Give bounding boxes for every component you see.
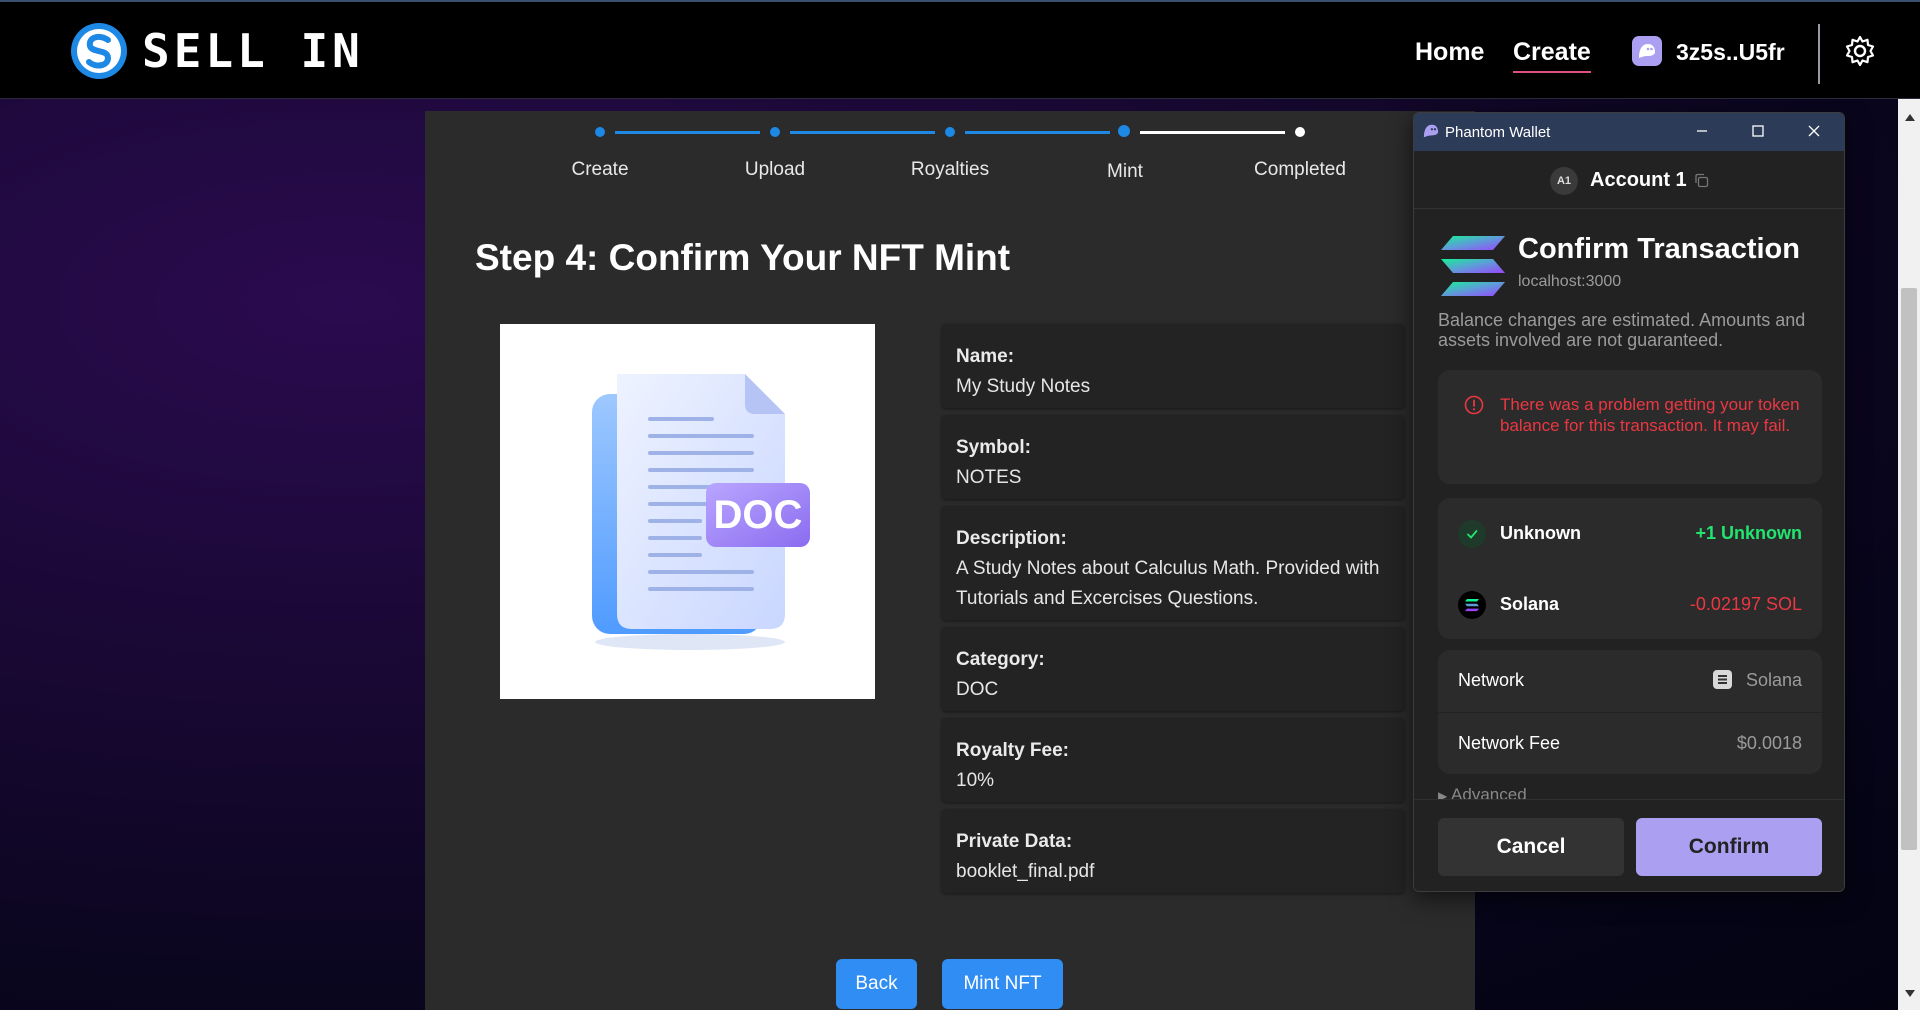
nft-details-list: Name: My Study Notes Symbol: NOTES Descr… bbox=[942, 324, 1404, 900]
detail-name: Name: My Study Notes bbox=[942, 324, 1404, 408]
detail-value: NOTES bbox=[956, 467, 1022, 488]
scrollbar-thumb[interactable] bbox=[1901, 288, 1917, 850]
asset-name: Solana bbox=[1500, 594, 1560, 614]
maximize-icon[interactable] bbox=[1750, 123, 1766, 139]
network-info: Network Solana Network Fee $0.0018 bbox=[1438, 650, 1822, 774]
scroll-down-arrow-icon[interactable] bbox=[1905, 990, 1915, 997]
balance-warning: There was a problem getting your token b… bbox=[1438, 370, 1822, 484]
sell-in-logo[interactable] bbox=[70, 22, 128, 80]
detail-label: Private Data: bbox=[956, 831, 1073, 852]
network-fee-value: $0.0018 bbox=[1736, 733, 1802, 753]
popup-footer: Cancel Confirm bbox=[1414, 799, 1844, 891]
network-value: Solana bbox=[1745, 670, 1802, 690]
detail-royalty-fee: Royalty Fee: 10% bbox=[942, 718, 1404, 802]
step-label-upload: Upload bbox=[744, 159, 806, 180]
detail-label: Name: bbox=[956, 346, 1015, 367]
detail-private-data: Private Data: booklet_final.pdf bbox=[942, 809, 1404, 893]
step-label-create: Create bbox=[571, 159, 629, 180]
detail-value: A Study Notes about Calculus Math. Provi… bbox=[956, 558, 1380, 609]
phantom-ghost-icon[interactable] bbox=[1632, 36, 1662, 66]
network-fee-label: Network Fee bbox=[1458, 733, 1561, 753]
network-row: Network Solana bbox=[1438, 650, 1822, 712]
phantom-ghost-icon bbox=[1423, 124, 1439, 138]
top-navbar: SELL IN Home Create 3z5s..U5fr bbox=[0, 0, 1920, 99]
asset-name: Unknown bbox=[1500, 523, 1581, 543]
header-divider bbox=[1818, 24, 1820, 84]
step-dot-royalties bbox=[945, 127, 955, 137]
scroll-up-arrow-icon[interactable] bbox=[1905, 114, 1915, 121]
copy-icon[interactable] bbox=[1694, 173, 1709, 188]
brand-name[interactable]: SELL IN bbox=[142, 28, 364, 74]
close-icon[interactable] bbox=[1806, 123, 1822, 139]
detail-value: booklet_final.pdf bbox=[956, 861, 1095, 882]
step-dot-upload bbox=[770, 127, 780, 137]
detail-symbol: Symbol: NOTES bbox=[942, 415, 1404, 499]
solana-logo-icon bbox=[1441, 236, 1505, 296]
mint-confirm-card: Create Upload Royalties Mint Completed S… bbox=[425, 111, 1475, 1010]
asset-amount: -0.02197 SOL bbox=[1689, 594, 1802, 614]
check-icon bbox=[1458, 520, 1486, 548]
warning-text: There was a problem getting your token b… bbox=[1500, 395, 1800, 435]
account-name[interactable]: Account 1 bbox=[1590, 169, 1687, 192]
request-origin: localhost:3000 bbox=[1518, 273, 1622, 290]
balance-change-row: Unknown +1 Unknown bbox=[1438, 498, 1822, 568]
detail-label: Category: bbox=[956, 649, 1045, 670]
alert-circle-icon bbox=[1464, 395, 1484, 415]
network-label: Network bbox=[1458, 670, 1525, 690]
balance-change-row: Solana -0.02197 SOL bbox=[1438, 569, 1822, 639]
detail-value: DOC bbox=[956, 679, 999, 700]
confirm-button[interactable]: Confirm bbox=[1636, 818, 1822, 876]
cancel-button[interactable]: Cancel bbox=[1438, 818, 1624, 876]
step-label-royalties: Royalties bbox=[910, 159, 990, 180]
detail-category: Category: DOC bbox=[942, 627, 1404, 711]
popup-titlebar[interactable]: Phantom Wallet bbox=[1414, 113, 1844, 151]
detail-label: Description: bbox=[956, 528, 1067, 549]
step-connector bbox=[790, 131, 935, 134]
mint-nft-button[interactable]: Mint NFT bbox=[942, 959, 1063, 1009]
wallet-address[interactable]: 3z5s..U5fr bbox=[1676, 39, 1785, 66]
account-selector[interactable]: A1 Account 1 bbox=[1414, 151, 1844, 209]
solana-token-icon bbox=[1458, 591, 1486, 619]
popup-title: Phantom Wallet bbox=[1445, 124, 1551, 141]
minimize-icon[interactable] bbox=[1694, 123, 1710, 139]
solana-network-icon bbox=[1713, 670, 1732, 689]
step-label-mint: Mint bbox=[1107, 161, 1143, 182]
progress-stepper: Create Upload Royalties Mint Completed bbox=[425, 111, 1475, 191]
asset-amount: +1 Unknown bbox=[1695, 523, 1802, 543]
step-dot-mint bbox=[1118, 125, 1130, 137]
step-dot-create bbox=[595, 127, 605, 137]
gear-icon[interactable] bbox=[1844, 35, 1876, 67]
nav-create-link[interactable]: Create bbox=[1513, 38, 1591, 73]
step-label-completed: Completed bbox=[1254, 159, 1346, 180]
step-connector bbox=[965, 131, 1110, 134]
detail-value: 10% bbox=[956, 770, 995, 791]
step-connector bbox=[615, 131, 760, 134]
account-avatar: A1 bbox=[1550, 167, 1578, 195]
step-dot-completed bbox=[1295, 127, 1305, 137]
detail-description: Description: A Study Notes about Calculu… bbox=[942, 506, 1404, 620]
confirm-transaction-heading: Confirm Transaction bbox=[1518, 233, 1800, 265]
detail-label: Royalty Fee: bbox=[956, 740, 1069, 761]
step-connector bbox=[1140, 131, 1285, 134]
network-fee-row: Network Fee $0.0018 bbox=[1438, 712, 1822, 774]
balance-changes: Unknown +1 Unknown Solana -0.02197 SOL bbox=[1438, 498, 1822, 639]
nft-preview-image: DOC bbox=[500, 324, 875, 699]
phantom-wallet-popup: Phantom Wallet A1 Account 1 Confirm Tran… bbox=[1413, 112, 1845, 892]
detail-value: My Study Notes bbox=[956, 376, 1091, 397]
estimate-note: Balance changes are estimated. Amounts a… bbox=[1438, 310, 1806, 350]
back-button[interactable]: Back bbox=[836, 959, 917, 1009]
doc-badge-text: DOC bbox=[714, 493, 803, 537]
nav-home-link[interactable]: Home bbox=[1415, 38, 1484, 67]
page-title: Step 4: Confirm Your NFT Mint bbox=[475, 237, 1011, 278]
detail-label: Symbol: bbox=[956, 437, 1031, 458]
